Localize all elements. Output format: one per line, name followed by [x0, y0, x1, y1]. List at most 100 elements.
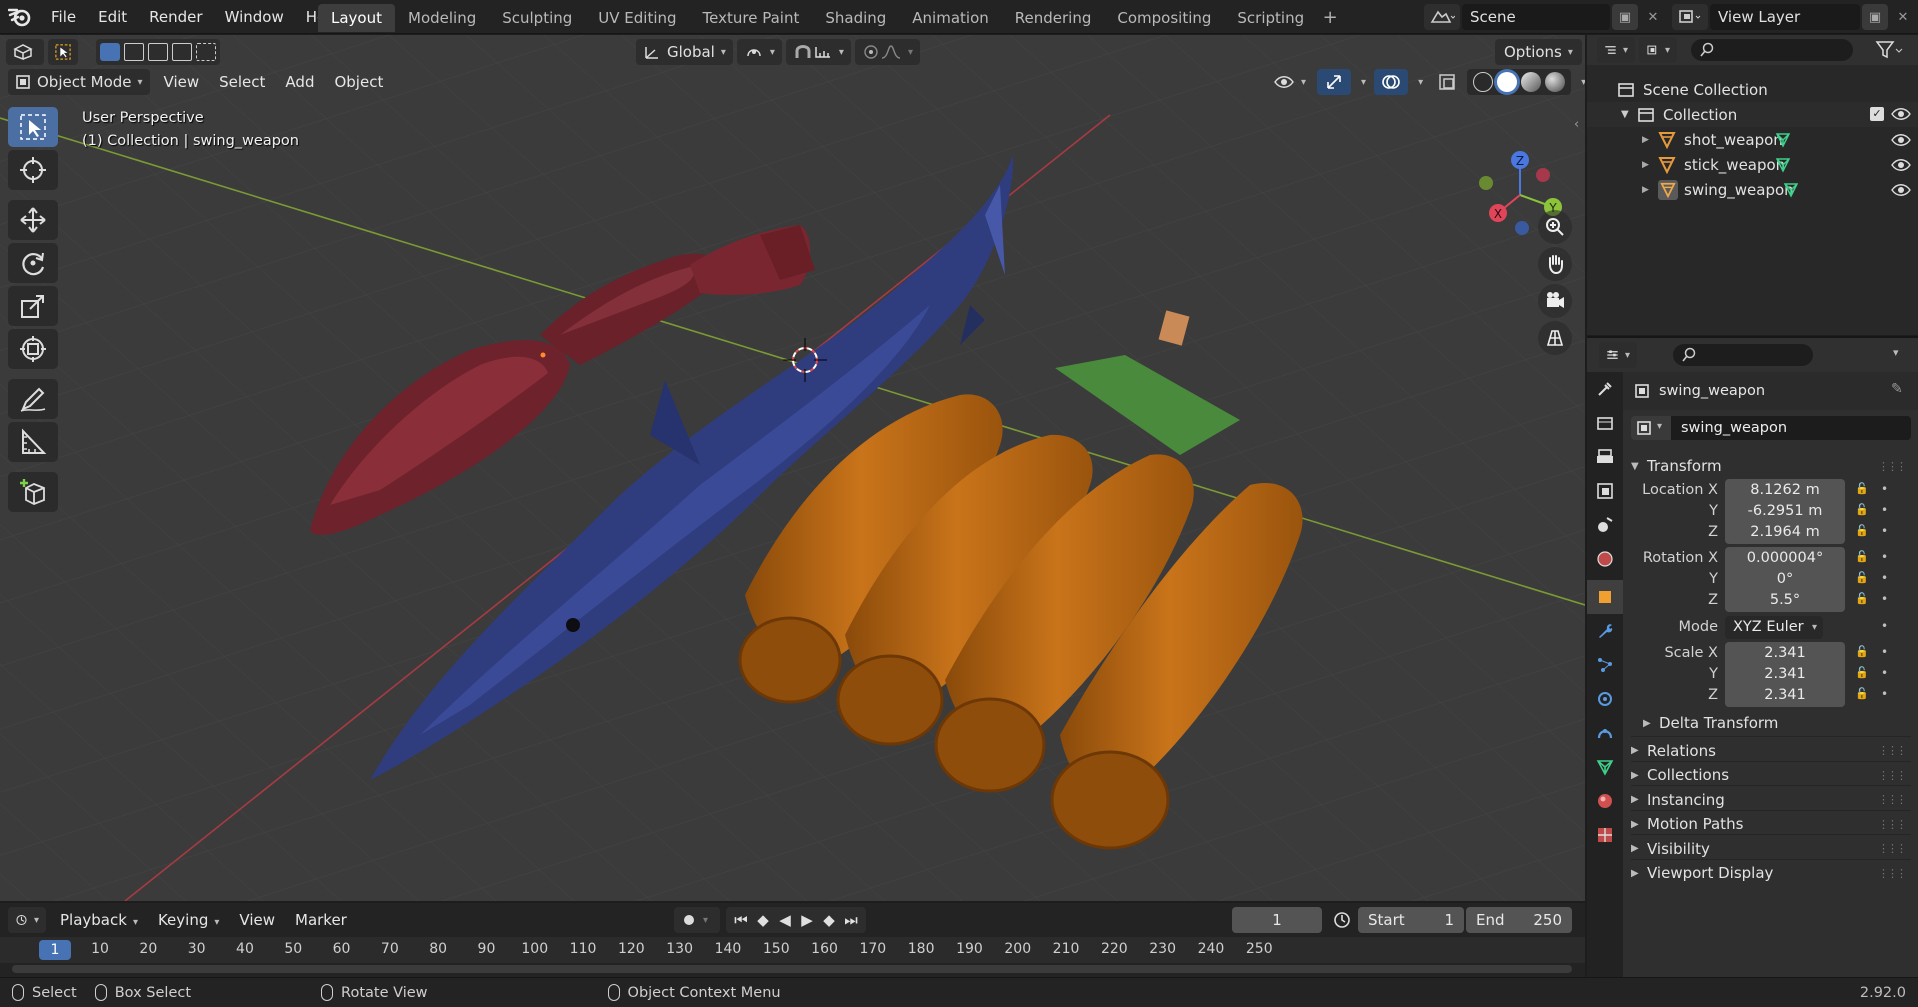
pin-icon[interactable]: ✎ — [1891, 381, 1903, 397]
menu-add[interactable]: Add — [275, 73, 324, 91]
preview-range-icon[interactable] — [1332, 910, 1352, 934]
view-layer-browse-button[interactable] — [1672, 4, 1708, 30]
keyframe-dot-icon[interactable]: • — [1881, 666, 1888, 680]
lock-icon[interactable]: 🔓 — [1855, 524, 1869, 537]
xray-toggle[interactable] — [1431, 69, 1463, 95]
drag-handle-icon[interactable]: ⋮⋮⋮ — [1878, 818, 1907, 831]
keyframe-dot-icon[interactable]: • — [1881, 571, 1888, 585]
blender-logo-icon[interactable] — [8, 6, 32, 28]
display-mode-button[interactable]: ▾ — [1639, 37, 1677, 63]
tab-physics[interactable] — [1587, 682, 1623, 716]
wireframe-shading-icon[interactable] — [1473, 72, 1494, 92]
tab-tool[interactable] — [1587, 372, 1623, 406]
tab-constraints[interactable] — [1587, 716, 1623, 750]
options-dropdown[interactable]: Options ▾ — [1495, 39, 1582, 65]
gizmo-toggle[interactable] — [1317, 69, 1352, 95]
rotation-mode-dropdown[interactable]: XYZ Euler ▾ — [1725, 616, 1823, 639]
mesh-data-icon[interactable] — [1774, 156, 1792, 174]
transform-orientation-dropdown[interactable]: Global ▾ — [636, 39, 733, 65]
tab-object[interactable] — [1587, 580, 1623, 614]
drag-handle-icon[interactable]: ⋮⋮⋮ — [1878, 793, 1907, 806]
new-view-layer-icon[interactable]: ▣ — [1862, 4, 1888, 30]
mode-invert-icon[interactable] — [172, 43, 192, 61]
drag-handle-icon[interactable]: ⋮⋮⋮ — [1878, 842, 1907, 855]
delete-view-layer-icon[interactable]: ✕ — [1890, 4, 1916, 30]
lock-icon[interactable]: 🔓 — [1855, 550, 1869, 563]
zoom-view-button[interactable] — [1538, 210, 1572, 244]
filter-icon[interactable] — [1875, 39, 1905, 65]
mesh-data-icon[interactable] — [1782, 181, 1800, 199]
rotation-y-field[interactable]: 0° — [1725, 568, 1845, 591]
auto-keying-toggle[interactable]: ▾ — [674, 907, 720, 933]
mode-set-icon[interactable] — [100, 43, 120, 61]
keyframe-dot-icon[interactable]: • — [1881, 592, 1888, 606]
ortho-toggle-button[interactable] — [1538, 321, 1572, 355]
end-frame-field[interactable]: End 250 — [1466, 907, 1572, 933]
editor-type-button[interactable] — [6, 39, 44, 65]
menu-edit[interactable]: Edit — [87, 0, 138, 34]
3d-viewport[interactable]: Z Y X Global ▾ ▾ ▾ ▾ Options ▾ Object Mo… — [0, 35, 1585, 901]
outliner-scene-collection[interactable]: Scene Collection — [1587, 77, 1918, 102]
expand-icon[interactable]: ▶ — [1642, 160, 1658, 170]
next-keyframe-icon[interactable]: ◆ — [818, 911, 840, 929]
location-z-field[interactable]: 2.1964 m — [1725, 521, 1845, 544]
section-viewport-display[interactable]: ▶ Viewport Display ⋮⋮⋮ — [1631, 858, 1911, 887]
tab-rendering[interactable]: Rendering — [1002, 4, 1105, 32]
mesh-data-icon[interactable] — [1774, 131, 1792, 149]
outliner-item-swing-weapon[interactable]: ▶ swing_weapon — [1587, 177, 1918, 202]
eye-icon[interactable] — [1891, 158, 1911, 172]
lock-icon[interactable]: 🔓 — [1855, 571, 1869, 584]
object-name-field[interactable]: swing_weapon — [1671, 416, 1911, 440]
tab-view-layer[interactable] — [1587, 474, 1623, 508]
tab-animation[interactable]: Animation — [899, 4, 1001, 32]
visibility-dropdown[interactable]: ▾ — [1266, 69, 1313, 95]
menu-render[interactable]: Render — [138, 0, 213, 34]
keyframe-dot-icon[interactable]: • — [1881, 482, 1888, 496]
menu-marker[interactable]: Marker — [285, 911, 357, 929]
tab-sculpting[interactable]: Sculpting — [489, 4, 585, 32]
current-frame-field[interactable]: 1 — [1232, 907, 1322, 933]
outliner-editor-type-button[interactable]: ▾ — [1597, 37, 1635, 63]
scene-browse-button[interactable] — [1424, 4, 1460, 30]
play-reverse-icon[interactable]: ◀ — [774, 911, 796, 929]
expand-icon[interactable]: ▶ — [1642, 185, 1658, 195]
snap-toggle[interactable]: ▾ — [785, 39, 851, 65]
outliner-item-stick-weapon[interactable]: ▶ stick_weapon — [1587, 152, 1918, 177]
play-icon[interactable]: ▶ — [796, 911, 818, 929]
lock-icon[interactable]: 🔓 — [1855, 645, 1869, 658]
tab-texture[interactable] — [1587, 818, 1623, 852]
keyframe-dot-icon[interactable]: • — [1881, 550, 1888, 564]
start-frame-field[interactable]: Start 1 — [1358, 907, 1464, 933]
object-mode-dropdown[interactable]: Object Mode ▾ — [8, 69, 150, 95]
expand-icon[interactable]: ▶ — [1642, 135, 1658, 145]
tab-modeling[interactable]: Modeling — [395, 4, 489, 32]
location-y-field[interactable]: -6.2951 m — [1725, 500, 1845, 523]
camera-view-button[interactable] — [1538, 284, 1572, 318]
keyframe-dot-icon[interactable]: • — [1881, 619, 1888, 633]
tab-shading[interactable]: Shading — [812, 4, 899, 32]
drag-handle-icon[interactable]: ⋮⋮⋮ — [1878, 867, 1907, 880]
menu-select[interactable]: Select — [209, 73, 275, 91]
mode-subtract-icon[interactable] — [148, 43, 168, 61]
scale-z-field[interactable]: 2.341 — [1725, 684, 1845, 707]
tab-scripting[interactable]: Scripting — [1224, 4, 1317, 32]
tab-texture-paint[interactable]: Texture Paint — [690, 4, 813, 32]
tab-material[interactable] — [1587, 784, 1623, 818]
drag-handle-icon[interactable]: ⋮⋮⋮ — [1878, 769, 1907, 782]
cursor-tool[interactable] — [8, 150, 58, 190]
drag-handle-icon[interactable]: ⋮⋮⋮ — [1878, 744, 1907, 757]
viewport-scene[interactable]: Z Y X — [0, 35, 1585, 901]
keyframe-dot-icon[interactable]: • — [1881, 687, 1888, 701]
select-tool-button[interactable] — [48, 39, 78, 65]
timeline-scrollbar[interactable] — [12, 965, 1572, 973]
lock-icon[interactable]: 🔓 — [1855, 687, 1869, 700]
jump-start-icon[interactable]: ⏮ — [730, 911, 752, 929]
sidebar-toggle-icon[interactable]: ‹ — [1574, 117, 1579, 132]
rendered-shading-icon[interactable] — [1545, 72, 1566, 92]
jump-end-icon[interactable]: ⏭ — [840, 911, 862, 929]
keyframe-dot-icon[interactable]: • — [1881, 524, 1888, 538]
rotation-z-field[interactable]: 5.5° — [1725, 589, 1845, 612]
select-box-tool[interactable] — [8, 107, 58, 147]
eye-icon[interactable] — [1891, 133, 1911, 147]
pan-view-button[interactable] — [1538, 247, 1572, 281]
